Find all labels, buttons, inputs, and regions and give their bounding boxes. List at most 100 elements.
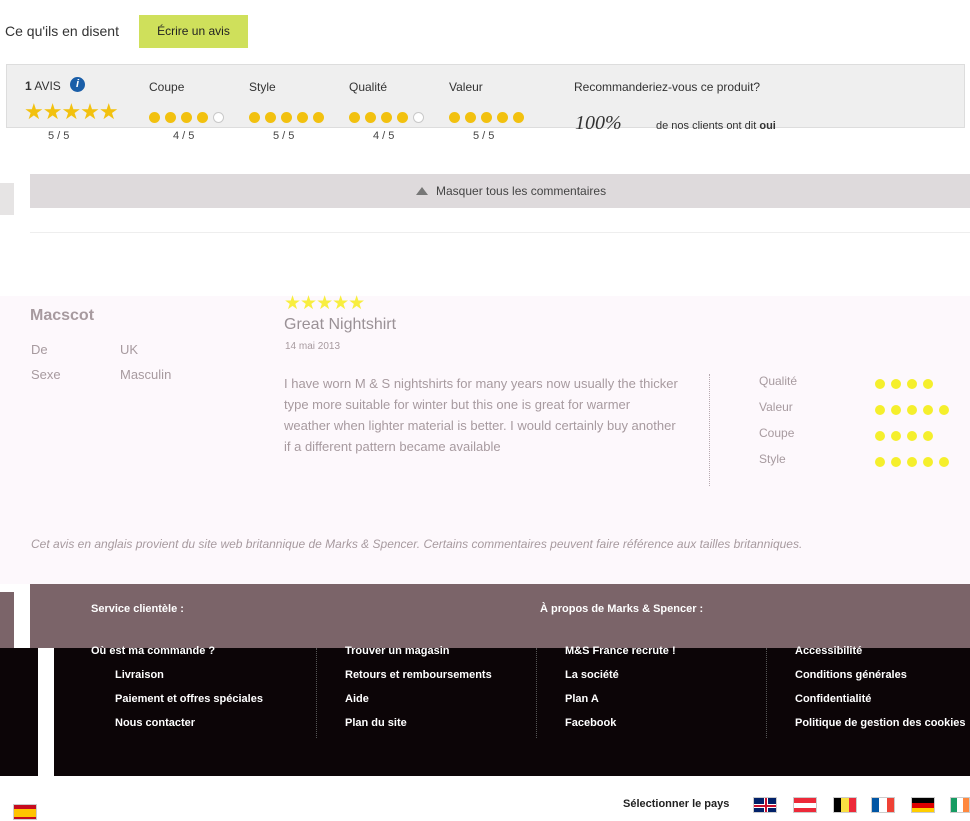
footer-link[interactable]: Livraison [115, 669, 164, 681]
footer-link[interactable]: Facebook [565, 717, 616, 729]
footer-link[interactable]: Accessibilité [795, 645, 862, 657]
belgium-flag-icon[interactable] [833, 797, 857, 813]
footer-link[interactable]: Trouver un magasin [345, 645, 450, 657]
uk-flag-icon[interactable] [753, 797, 777, 813]
rating-dot-icon [891, 456, 901, 467]
rating-dot-icon [891, 430, 901, 441]
criteria-dots [249, 109, 329, 127]
footer-link[interactable]: Retours et remboursements [345, 669, 492, 681]
criteria-score: 5 / 5 [473, 130, 495, 142]
rating-label: Coupe [759, 426, 795, 440]
recommend-text-label: de nos clients ont dit [656, 120, 757, 132]
filled-dot-icon [313, 112, 324, 124]
footer-link[interactable]: Paiement et offres spéciales [115, 693, 263, 705]
rating-dot-icon [875, 378, 885, 389]
filled-dot-icon [349, 112, 360, 124]
filled-dot-icon [197, 112, 208, 124]
criteria-score: 4 / 5 [373, 130, 395, 142]
rating-dot-icon [923, 430, 933, 441]
filled-dot-icon [465, 112, 476, 124]
rating-dot-icon [875, 430, 885, 441]
empty-dot-icon [413, 112, 424, 124]
footer-sep-2 [536, 648, 537, 738]
criteria-label: Style [249, 80, 276, 94]
write-review-button[interactable]: Écrire un avis [139, 15, 248, 48]
review-stars: ★★★★★ [284, 293, 365, 314]
triangle-up-icon [416, 187, 428, 195]
review-count-number: 1 [25, 79, 32, 93]
overall-stars: ★★★★★ [24, 99, 119, 124]
filled-dot-icon [449, 112, 460, 124]
country-label: Sélectionner le pays [623, 798, 730, 810]
rating-dots [875, 401, 955, 419]
ratings-divider [709, 374, 710, 486]
left-divider [0, 183, 14, 215]
review-count: 1 AVIS [25, 79, 61, 93]
ireland-flag-icon[interactable] [950, 797, 970, 813]
footer-top [30, 584, 970, 649]
criteria-score: 4 / 5 [173, 130, 195, 142]
divider-line [30, 232, 970, 233]
spain-flag-icon[interactable] [13, 804, 37, 820]
hide-comments-label[interactable]: Masquer tous les commentaires [436, 184, 606, 198]
section-title: Ce qu'ils en disent [5, 23, 119, 39]
rating-dot-icon [891, 404, 901, 415]
footer-link[interactable]: Plan A [565, 693, 599, 705]
disclaimer: Cet avis en anglais provient du site web… [31, 537, 803, 551]
recommend-answer: oui [759, 120, 776, 132]
from-label: De [31, 342, 48, 357]
footer-link[interactable]: Conditions générales [795, 669, 907, 681]
sex-label: Sexe [31, 367, 61, 382]
rating-dots [875, 427, 939, 445]
review-count-label: AVIS [34, 79, 61, 93]
footer-sep-3 [766, 648, 767, 738]
criteria-dots [349, 109, 429, 127]
rating-dot-icon [923, 404, 933, 415]
criteria-score: 5 / 5 [273, 130, 295, 142]
rating-label: Qualité [759, 374, 798, 388]
rating-dot-icon [907, 404, 917, 415]
rating-dot-icon [907, 378, 917, 389]
footer-link[interactable]: Aide [345, 693, 369, 705]
filled-dot-icon [249, 112, 260, 124]
rating-dot-icon [907, 430, 917, 441]
empty-dot-icon [213, 112, 224, 124]
france-flag-icon[interactable] [871, 797, 895, 813]
filled-dot-icon [481, 112, 492, 124]
rating-dot-icon [923, 456, 933, 467]
footer-sep-1 [316, 648, 317, 738]
overall-score: 5 / 5 [48, 130, 70, 142]
review-author: Macscot [30, 307, 95, 324]
review-title: Great Nightshirt [284, 316, 397, 333]
filled-dot-icon [513, 112, 524, 124]
footer-link[interactable]: La société [565, 669, 619, 681]
filled-dot-icon [381, 112, 392, 124]
filled-dot-icon [149, 112, 160, 124]
footer-link[interactable]: Nous contacter [115, 717, 195, 729]
rating-dots [875, 375, 939, 393]
footer-left-strip [0, 592, 14, 656]
recommend-text: de nos clients ont dit oui [656, 120, 776, 132]
footer-link[interactable]: Confidentialité [795, 693, 871, 705]
rating-label: Valeur [759, 400, 793, 414]
germany-flag-icon[interactable] [911, 797, 935, 813]
rating-dot-icon [907, 456, 917, 467]
footer-link[interactable]: Politique de gestion des cookies [795, 717, 966, 729]
footer-gap [38, 648, 54, 784]
footer-link[interactable]: Plan du site [345, 717, 407, 729]
footer-link[interactable]: Où est ma commande ? [91, 645, 215, 657]
criteria-dots [149, 109, 229, 127]
criteria-label: Valeur [449, 80, 483, 94]
footer-about-title: À propos de Marks & Spencer : [540, 603, 704, 615]
recommend-question: Recommanderiez-vous ce produit? [574, 80, 761, 94]
info-icon[interactable]: i [70, 77, 85, 92]
rating-dot-icon [939, 404, 949, 415]
recommend-percent: 100% [575, 112, 622, 134]
review-date: 14 mai 2013 [285, 341, 341, 352]
criteria-label: Coupe [149, 80, 185, 94]
austria-flag-icon[interactable] [793, 797, 817, 813]
rating-dot-icon [891, 378, 901, 389]
criteria-label: Qualité [349, 80, 388, 94]
rating-label: Style [759, 452, 786, 466]
footer-link[interactable]: M&S France recrute ! [565, 645, 676, 657]
